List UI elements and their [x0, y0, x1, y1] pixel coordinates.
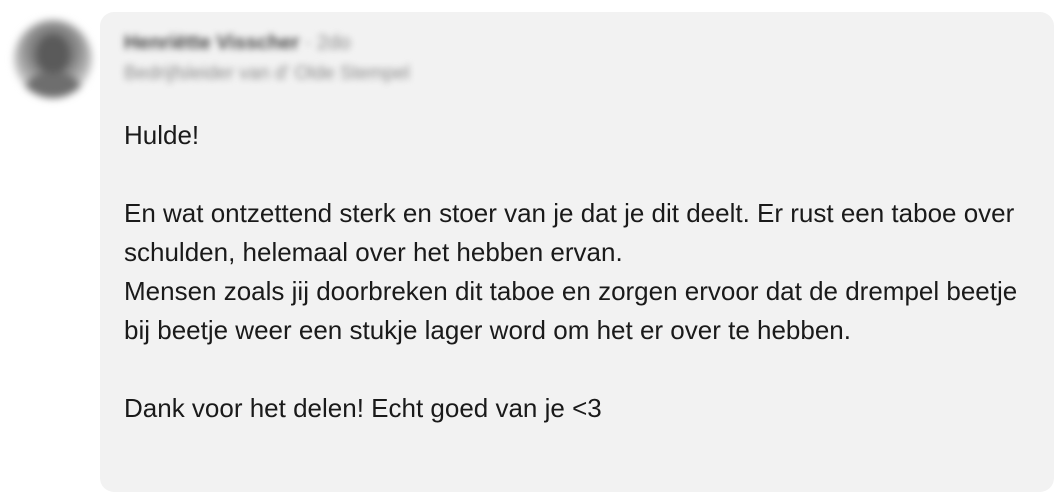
author-separator: ·: [304, 32, 312, 54]
author-name[interactable]: Henriëtte Visscher: [124, 32, 299, 54]
comment-body: Hulde! En wat ontzettend sterk en stoer …: [124, 116, 1024, 428]
avatar-image: [14, 20, 92, 98]
comment-paragraph: Dank voor het delen! Echt goed van je <3: [124, 393, 602, 423]
comment-bubble: Henriëtte Visscher · 2do Bedrijfsleider …: [100, 12, 1054, 492]
comment: Henriëtte Visscher · 2do Bedrijfsleider …: [0, 0, 1056, 496]
comment-paragraph: Hulde!: [124, 120, 200, 150]
comment-header: Henriëtte Visscher · 2do Bedrijfsleider …: [124, 32, 410, 85]
author-line: Henriëtte Visscher · 2do: [124, 32, 410, 55]
author-avatar[interactable]: [14, 20, 92, 98]
comment-paragraph: En wat ontzettend sterk en stoer van je …: [124, 198, 1015, 267]
comment-timestamp: 2do: [317, 32, 351, 54]
author-headline: Bedrijfsleider van d' Olde Stempel: [124, 63, 410, 84]
comment-paragraph: Mensen zoals jij doorbreken dit taboe en…: [124, 276, 1018, 345]
